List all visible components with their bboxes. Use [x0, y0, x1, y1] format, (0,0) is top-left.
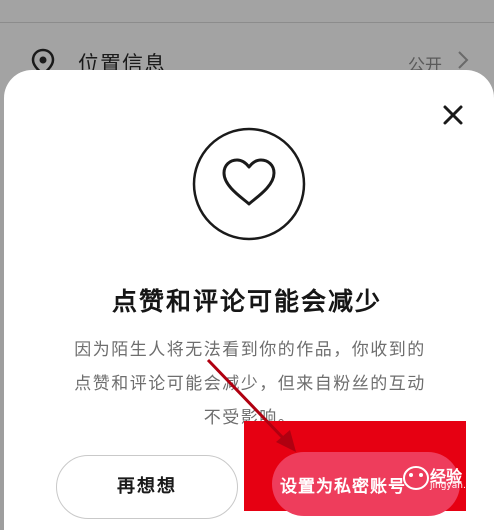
dialog-title: 点赞和评论可能会减少 [111, 287, 382, 316]
description-line: 点赞和评论可能会减少，但来自粉丝的互动 [74, 374, 426, 394]
heart-icon [192, 127, 306, 241]
chevron-right-icon [458, 51, 469, 69]
description-line: 因为陌生人将无法看到你的作品，你收到的 [74, 340, 426, 360]
row-divider [0, 22, 494, 23]
close-icon[interactable] [440, 102, 466, 128]
cancel-button[interactable]: 再想想 [56, 455, 238, 519]
dialog-description: 因为陌生人将无法看到你的作品，你收到的 点赞和评论可能会减少，但来自粉丝的互动 … [50, 333, 450, 435]
watermark-subtext: jingyan.baidu.com [430, 481, 494, 491]
